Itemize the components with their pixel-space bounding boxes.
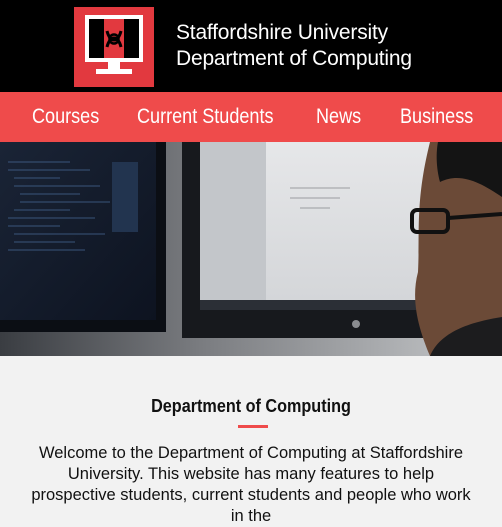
- main-content: Department of Computing Welcome to the D…: [0, 356, 502, 525]
- site-logo[interactable]: [74, 7, 154, 87]
- intro-paragraph: Welcome to the Department of Computing a…: [31, 444, 471, 525]
- title-underline: [238, 425, 268, 428]
- hero-image: [0, 142, 502, 356]
- nav-item-current-students[interactable]: Current Students: [137, 92, 274, 142]
- main-navigation: Courses Current Students News Business: [0, 92, 502, 142]
- nav-item-news[interactable]: News: [316, 92, 361, 142]
- nav-item-business[interactable]: Business: [400, 92, 473, 142]
- brand-department-name: Department of Computing: [176, 47, 412, 70]
- computer-monitor-knot-icon: [85, 15, 143, 74]
- hero-photo: [0, 142, 502, 356]
- nav-item-courses[interactable]: Courses: [32, 92, 99, 142]
- brand-text[interactable]: Staffordshire University Department of C…: [176, 20, 412, 72]
- brand-university-name: Staffordshire University: [176, 21, 388, 44]
- page-title: Department of Computing: [151, 396, 351, 416]
- site-header: Staffordshire University Department of C…: [0, 0, 502, 92]
